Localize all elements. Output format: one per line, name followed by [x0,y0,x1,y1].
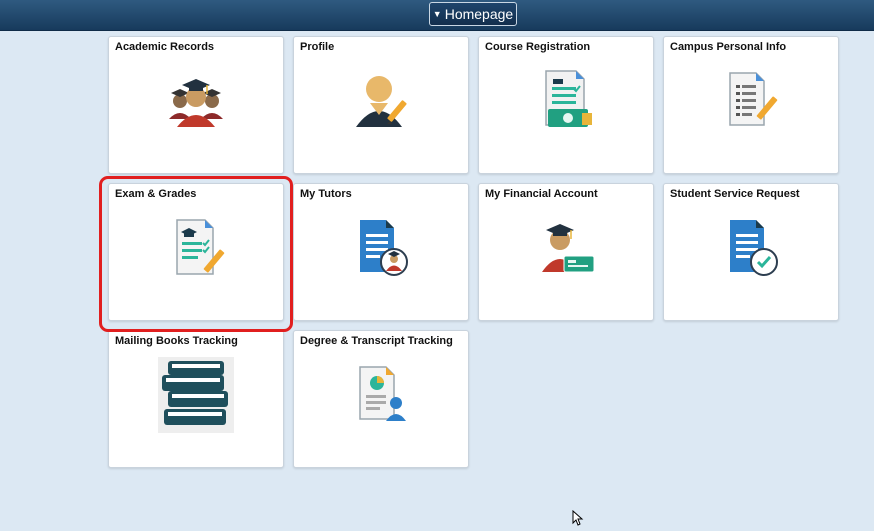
personal-info-document-icon [722,71,780,134]
tile-title: Profile [300,41,335,53]
tile-title: Degree & Transcript Tracking [300,335,453,347]
tile-title: Student Service Request [670,188,800,200]
tile-my-tutors[interactable]: My Tutors [293,183,469,321]
tile-course-registration[interactable]: Course Registration [478,36,654,174]
homepage-selector-button[interactable]: ▼ Homepage [429,2,517,26]
tile-title: Academic Records [115,41,215,53]
graduates-icon [167,71,225,134]
tile-my-financial-account[interactable]: My Financial Account [478,183,654,321]
tile-exam-grades[interactable]: Exam & Grades [108,183,284,321]
tile-title: Campus Personal Info [670,41,787,53]
tile-title: My Tutors [300,188,352,200]
tile-student-service-request[interactable]: Student Service Request [663,183,839,321]
top-banner: ▼ Homepage [0,0,874,31]
tile-profile[interactable]: Profile [293,36,469,174]
mouse-pointer-icon [572,509,584,531]
tutors-document-icon [352,218,410,283]
exam-grades-document-icon [167,218,225,283]
books-stack-icon [158,357,234,438]
tile-campus-personal-info[interactable]: Campus Personal Info [663,36,839,174]
tile-degree-transcript-tracking[interactable]: Degree & Transcript Tracking [293,330,469,468]
homepage-label: Homepage [444,6,514,22]
caret-down-icon: ▼ [432,9,442,19]
tile-title: Course Registration [485,41,591,53]
transcript-tracking-icon [352,365,410,430]
tile-title: Mailing Books Tracking [115,335,238,347]
tile-mailing-books-tracking[interactable]: Mailing Books Tracking [108,330,284,468]
service-request-icon [722,218,780,283]
user-profile-edit-icon [350,69,412,136]
financial-account-icon [536,218,596,281]
tile-academic-records[interactable]: Academic Records [108,36,284,174]
tile-title: My Financial Account [485,188,598,200]
registration-document-icon [538,69,594,136]
tile-title: Exam & Grades [115,188,197,200]
